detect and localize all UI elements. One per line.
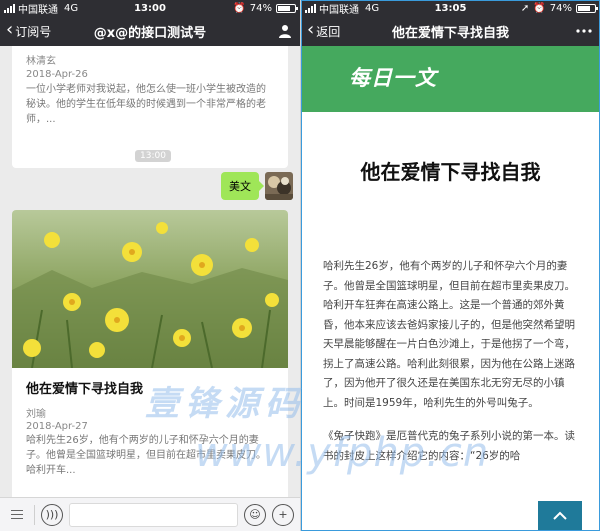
article-author: 林清玄	[26, 56, 56, 67]
battery-icon	[276, 3, 298, 13]
more-icon[interactable]	[576, 29, 600, 33]
network-label: 4G	[64, 2, 79, 14]
back-button[interactable]: ‹ 返回	[301, 19, 341, 40]
alarm-icon: ⏰	[233, 2, 246, 14]
page-title: 他在爱情下寻找自我	[391, 25, 509, 41]
carrier-label: 中国联通	[18, 4, 58, 16]
battery-icon	[576, 3, 598, 13]
scroll-to-top-button[interactable]	[538, 501, 582, 531]
chevron-left-icon: ‹	[6, 19, 14, 40]
emoji-icon[interactable]: ☺	[244, 503, 266, 526]
divider	[34, 504, 35, 525]
location-icon: ➚	[520, 2, 530, 14]
header-banner: 每日一文	[301, 46, 600, 112]
back-label: 订阅号	[15, 24, 52, 39]
nav-bar: ‹ 返回 他在爱情下寻找自我	[301, 16, 600, 46]
battery-percent: 74%	[249, 2, 272, 14]
signal-icon	[4, 3, 15, 13]
article-paragraph: 《兔子快跑》是厄普代克的兔子系列小说的第一本。读书的封皮上这样介绍它的内容：“2…	[323, 430, 575, 462]
article-author: 刘瑜	[26, 409, 46, 420]
article-date: 2018-Apr-27	[26, 421, 88, 432]
network-label: 4G	[365, 2, 380, 14]
back-button[interactable]: ‹ 订阅号	[0, 19, 52, 40]
status-bar: 中国联通 4G 13:00 ⏰ 74%	[0, 0, 300, 16]
signal-icon	[305, 3, 316, 13]
article-content: 他在爱情下寻找自我 哈利先生26岁，他有个两岁的儿子和怀孕六个月的妻子。他曾是全…	[301, 112, 600, 531]
avatar[interactable]	[265, 172, 293, 200]
chevron-left-icon: ‹	[307, 19, 315, 40]
time-divider: 13:00	[135, 150, 171, 162]
chevron-up-icon	[553, 511, 567, 520]
article-heading: 他在爱情下寻找自我	[360, 160, 541, 184]
input-bar: ))) ☺ +	[0, 497, 300, 531]
carrier-label: 中国联通	[319, 4, 359, 16]
banner-title: 每日一文	[349, 65, 437, 90]
voice-icon[interactable]: )))	[41, 503, 63, 526]
article-summary: 哈利先生26岁，他有个两岁的儿子和怀孕六个月的妻子。他曾是全国篮球明星，但目前在…	[26, 435, 266, 476]
article-screen: 中国联通 4G 13:05 ➚ ⏰ 74% ‹ 返回 他在爱情下寻找自我 每日一…	[300, 0, 600, 531]
nav-bar: ‹ 订阅号 @x@的接口测试号	[0, 16, 300, 46]
message-row: 美文	[221, 172, 293, 200]
chat-screen: 中国联通 4G 13:00 ⏰ 74% ‹ 订阅号 @x@的接口测试号 林清玄 …	[0, 0, 300, 531]
chat-area: 林清玄 2018-Apr-26 一位小学老师对我说起，他怎么使一班小学生被改造的…	[0, 46, 300, 497]
plus-icon[interactable]: +	[272, 503, 294, 526]
message-input[interactable]	[69, 502, 238, 527]
article-card[interactable]: 他在爱情下寻找自我 刘瑜 2018-Apr-27 哈利先生26岁，他有个两岁的儿…	[12, 210, 288, 497]
article-summary: 一位小学老师对我说起，他怎么使一班小学生被改造的秘诀。他的学生在低年级的时候遇到…	[26, 84, 266, 125]
menu-toggle-icon[interactable]	[6, 510, 28, 519]
article-paragraph: 哈利先生26岁，他有个两岁的儿子和怀孕六个月的妻子。他曾是全国篮球明星，但目前在…	[323, 260, 575, 409]
article-title: 他在爱情下寻找自我	[26, 382, 144, 397]
battery-percent: 74%	[549, 2, 572, 14]
back-label: 返回	[316, 24, 341, 39]
status-bar: 中国联通 4G 13:05 ➚ ⏰ 74%	[301, 0, 600, 16]
article-date: 2018-Apr-26	[26, 69, 88, 80]
article-cover-image	[12, 210, 288, 368]
alarm-icon: ⏰	[533, 2, 546, 14]
person-icon[interactable]	[278, 24, 292, 38]
message-bubble[interactable]: 美文	[221, 172, 264, 200]
